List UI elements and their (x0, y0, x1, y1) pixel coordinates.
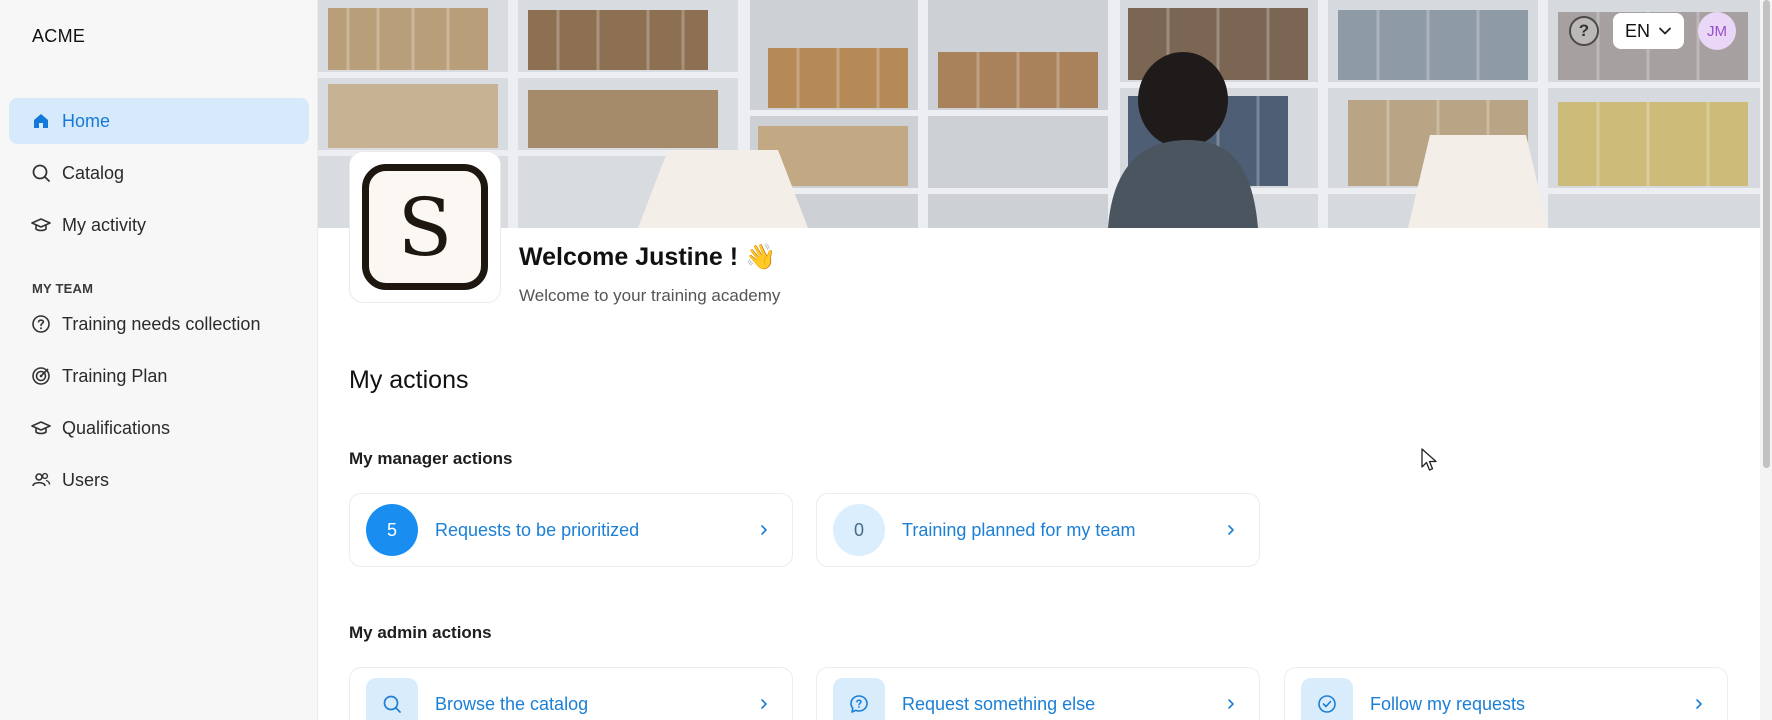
sidebar-item-training-needs-collection[interactable]: Training needs collection (9, 301, 309, 347)
sidebar-item-label: Users (62, 469, 110, 490)
chevron-right-icon (1228, 699, 1234, 709)
browse-catalog-card[interactable]: Browse the catalog (349, 667, 793, 720)
follow-my-requests-card[interactable]: Follow my requests (1284, 667, 1728, 720)
academy-logo-letter: S (362, 164, 488, 290)
my-team-section-title: MY TEAM (32, 281, 94, 296)
sidebar-item-my-activity[interactable]: My activity (9, 202, 309, 248)
sidebar: ACME Home Catalog My activity MY TEAM Tr… (0, 0, 318, 720)
graduation-cap-icon (31, 418, 51, 438)
request-something-else-card[interactable]: Request something else (816, 667, 1260, 720)
chevron-down-icon (1659, 27, 1671, 35)
search-icon (31, 163, 51, 183)
page-subtitle: Welcome to your training academy (519, 286, 781, 305)
sidebar-item-label: Training Plan (62, 365, 168, 386)
sidebar-item-catalog[interactable]: Catalog (9, 150, 309, 196)
home-icon (31, 111, 51, 131)
scrollbar-thumb[interactable] (1763, 0, 1770, 468)
banner-image (318, 0, 1760, 228)
language-selector[interactable]: EN (1612, 13, 1684, 49)
brand-logo[interactable]: ACME (32, 26, 85, 47)
sidebar-item-users[interactable]: Users (9, 457, 309, 503)
question-circle-icon (31, 314, 51, 334)
library-photo (318, 0, 1760, 228)
sidebar-item-qualifications[interactable]: Qualifications (9, 405, 309, 451)
sidebar-item-label: Qualifications (62, 417, 171, 438)
count-badge: 5 (366, 504, 418, 556)
card-label: Training planned for my team (902, 519, 1136, 540)
sidebar-item-training-plan[interactable]: Training Plan (9, 353, 309, 399)
mouse-cursor-icon (1421, 448, 1437, 471)
avatar[interactable]: JM (1698, 12, 1736, 50)
search-icon (366, 678, 418, 720)
chevron-right-icon (761, 699, 767, 709)
sidebar-item-label: My activity (62, 214, 147, 235)
target-icon (31, 366, 51, 386)
page-title: Welcome Justine ! 👋 (519, 243, 777, 271)
graduation-cap-icon (31, 215, 51, 235)
main-content: ? EN JM S Welcome Justine ! 👋 Welcome to… (318, 0, 1772, 720)
count-badge: 0 (833, 504, 885, 556)
sidebar-item-label: Home (62, 110, 111, 131)
card-label: Requests to be prioritized (435, 519, 640, 540)
sidebar-item-label: Training needs collection (62, 313, 261, 334)
admin-actions-heading: My admin actions (349, 623, 492, 642)
chevron-right-icon (1228, 525, 1234, 535)
training-planned-card[interactable]: 0 Training planned for my team (816, 493, 1260, 567)
sidebar-item-label: Catalog (62, 162, 125, 183)
card-label: Request something else (902, 693, 1096, 714)
requests-to-prioritize-card[interactable]: 5 Requests to be prioritized (349, 493, 793, 567)
help-icon[interactable]: ? (1568, 16, 1599, 46)
chevron-right-icon (1696, 699, 1702, 709)
check-circle-icon (1301, 678, 1353, 720)
academy-logo: S (349, 151, 501, 303)
sidebar-item-home[interactable]: Home (9, 98, 309, 144)
question-bubble-icon (833, 678, 885, 720)
card-label: Follow my requests (1370, 693, 1526, 714)
chevron-right-icon (761, 525, 767, 535)
my-actions-heading: My actions (349, 366, 469, 394)
users-icon (31, 470, 51, 490)
scrollbar[interactable] (1760, 0, 1772, 720)
language-label: EN (1624, 20, 1650, 41)
card-label: Browse the catalog (435, 693, 589, 714)
manager-actions-heading: My manager actions (349, 449, 513, 468)
topbar: ? EN JM (1568, 12, 1736, 50)
